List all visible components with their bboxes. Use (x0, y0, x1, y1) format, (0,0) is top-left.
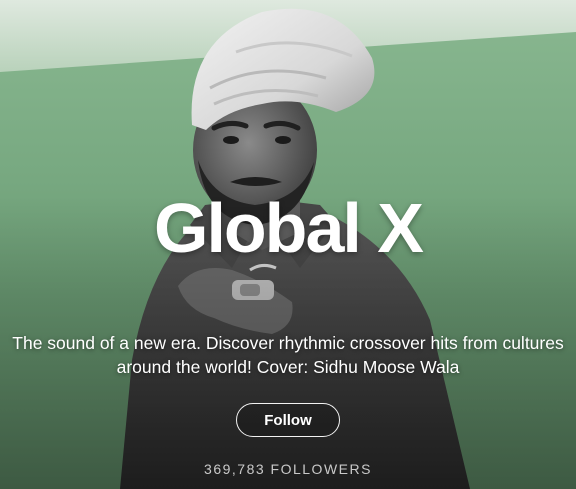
playlist-description: The sound of a new era. Discover rhythmi… (12, 333, 564, 377)
followers-count: 369,783 FOLLOWERS (204, 461, 372, 477)
follow-button[interactable]: Follow (236, 403, 340, 437)
playlist-title: Global X (154, 189, 424, 267)
playlist-header: Global X The sound of a new era. Discove… (0, 0, 576, 489)
